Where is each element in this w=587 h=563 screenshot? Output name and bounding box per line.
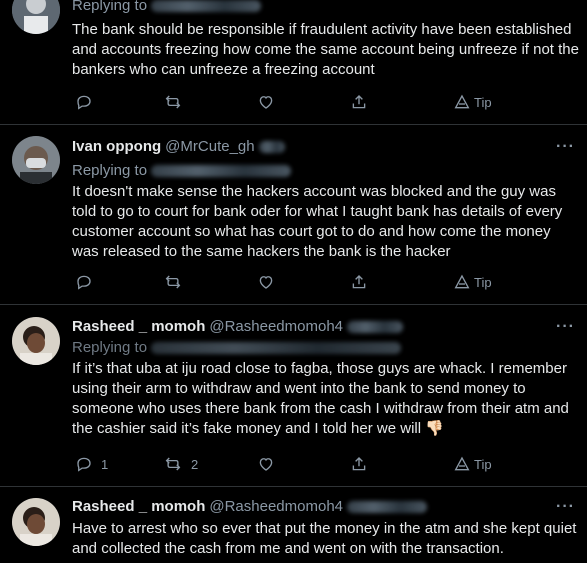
reply-button[interactable]: [75, 92, 93, 112]
tip-button[interactable]: Tip: [454, 454, 492, 474]
redacted-timestamp: [258, 141, 285, 154]
reply-icon: [77, 95, 91, 110]
tweet-text: Have to arrest who so ever that put the …: [72, 520, 577, 557]
author-handle[interactable]: @Rasheedmomoh4: [209, 318, 343, 335]
replying-to: Replying to: [72, 161, 292, 181]
replying-to: Replying to: [72, 338, 402, 358]
share-icon: [352, 457, 366, 471]
tip-label: Tip: [474, 456, 492, 472]
replying-label: Replying to: [72, 0, 148, 14]
tweet[interactable]: Ivan oppong @MrCute_gh ··· Replying to It…: [0, 125, 587, 305]
reply-count: 1: [101, 456, 109, 472]
redacted-handle: [151, 0, 262, 13]
share-icon: [352, 275, 366, 289]
tweet-text: It doesn't make sense the hackers accoun…: [72, 183, 563, 260]
reply-icon: [77, 457, 91, 472]
redacted-handle: [151, 342, 402, 355]
more-icon: ···: [556, 318, 575, 335]
author-handle[interactable]: @Rasheedmomoh4: [209, 498, 343, 515]
tip-button[interactable]: Tip: [454, 92, 492, 112]
more-options-button[interactable]: ···: [556, 137, 575, 157]
replying-label: Replying to: [72, 339, 148, 356]
tweet-header: Rasheed _ momoh @Rasheedmomoh4: [72, 317, 404, 337]
like-button[interactable]: [257, 92, 275, 112]
replying-label: Replying to: [72, 162, 148, 179]
redacted-timestamp: [347, 321, 404, 334]
share-button[interactable]: [350, 92, 368, 112]
tweet[interactable]: Rasheed _ momoh @Rasheedmomoh4 ··· Have t…: [0, 487, 587, 563]
heart-icon: [259, 96, 273, 109]
retweet-count: 2: [191, 456, 199, 472]
tip-label: Tip: [474, 94, 492, 110]
heart-icon: [259, 458, 273, 471]
avatar[interactable]: [12, 136, 60, 184]
tweet[interactable]: Replying to The bank should be responsib…: [0, 0, 587, 125]
share-icon: [352, 95, 366, 109]
retweet-button[interactable]: 2: [163, 454, 198, 474]
tweet-text: If it’s that uba at iju road close to fa…: [72, 360, 569, 437]
tweet[interactable]: Rasheed _ momoh @Rasheedmomoh4 ··· Replyi…: [0, 305, 587, 487]
more-icon: ···: [556, 498, 575, 515]
tip-button[interactable]: Tip: [454, 272, 492, 292]
author-name[interactable]: Rasheed _ momoh: [72, 498, 205, 515]
like-button[interactable]: [257, 454, 275, 474]
replying-to: Replying to: [72, 0, 262, 16]
retweet-icon: [165, 457, 181, 471]
redacted-timestamp: [347, 501, 428, 514]
author-name[interactable]: Ivan oppong: [72, 138, 161, 155]
avatar[interactable]: [12, 0, 60, 34]
share-button[interactable]: [350, 454, 368, 474]
tip-icon: [454, 274, 470, 289]
tweet-text: The bank should be responsible if fraudu…: [72, 21, 579, 78]
tweet-header: Ivan oppong @MrCute_gh: [72, 137, 285, 157]
reply-button[interactable]: [75, 272, 93, 292]
heart-icon: [259, 276, 273, 289]
share-button[interactable]: [350, 272, 368, 292]
tweet-actions: Tip: [72, 272, 512, 292]
tweet-header: Rasheed _ momoh @Rasheedmomoh4: [72, 497, 428, 517]
like-button[interactable]: [257, 272, 275, 292]
reply-button[interactable]: 1: [75, 454, 108, 474]
reply-icon: [77, 275, 91, 290]
tip-icon: [454, 94, 470, 109]
more-options-button[interactable]: ···: [556, 497, 575, 517]
author-name[interactable]: Rasheed _ momoh: [72, 318, 205, 335]
tip-icon: [454, 456, 470, 471]
retweet-button[interactable]: [163, 92, 183, 112]
avatar[interactable]: [12, 498, 60, 546]
retweet-icon: [165, 275, 181, 289]
retweet-icon: [165, 95, 181, 109]
tweet-feed: Replying to The bank should be responsib…: [0, 0, 587, 563]
tip-label: Tip: [474, 274, 492, 290]
more-icon: ···: [556, 138, 575, 155]
tweet-actions: 1 2 Tip: [72, 454, 512, 474]
retweet-button[interactable]: [163, 272, 183, 292]
avatar[interactable]: [12, 317, 60, 365]
author-handle[interactable]: @MrCute_gh: [165, 138, 254, 155]
redacted-handle: [151, 165, 292, 178]
more-options-button[interactable]: ···: [556, 317, 575, 337]
tweet-actions: Tip: [72, 92, 512, 112]
